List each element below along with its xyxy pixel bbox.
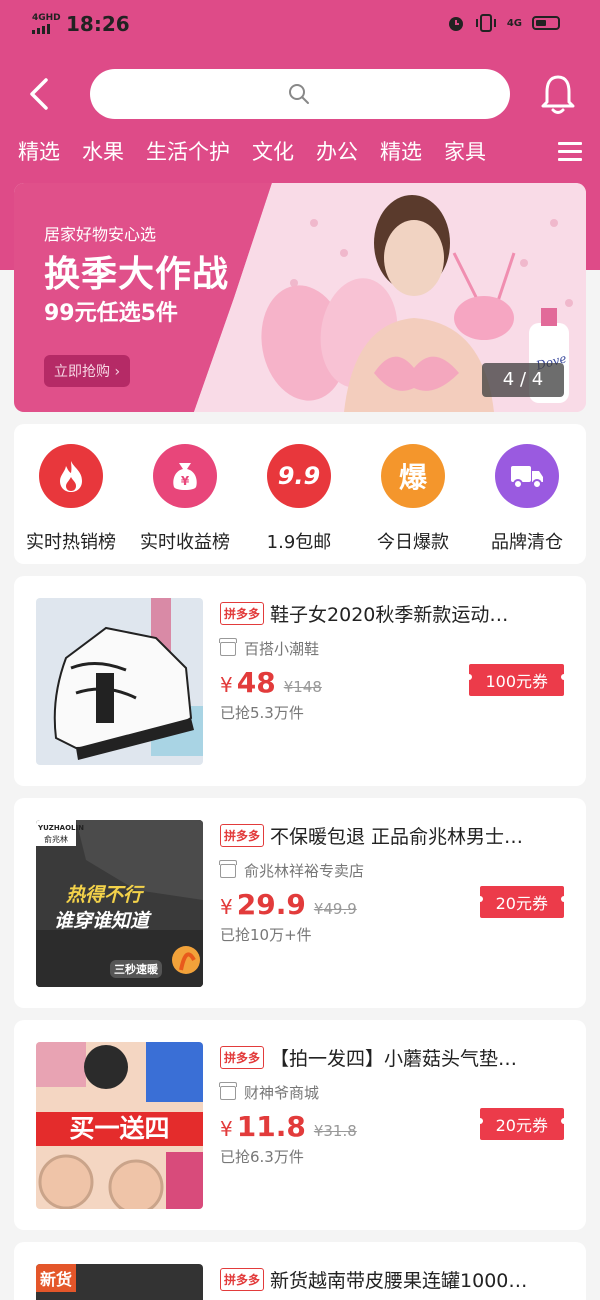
banner-title: 换季大作战: [44, 254, 230, 295]
category-today-hot[interactable]: 爆 今日爆款: [356, 444, 470, 554]
original-price: ¥31.8: [313, 1122, 357, 1140]
chevron-right-icon: ›: [114, 364, 121, 380]
signal-icon: [32, 24, 50, 34]
explode-icon: 爆: [381, 444, 445, 508]
coupon-badge[interactable]: 20元券: [476, 1108, 568, 1140]
truck-icon: [495, 444, 559, 508]
shop-icon: [219, 637, 237, 656]
nine-nine-icon: 9.9: [267, 444, 331, 508]
product-image: YUZHAOLIN 俞兆林 热得不行 谁穿谁知道 三秒速暖: [36, 820, 203, 987]
bell-icon[interactable]: [538, 72, 578, 116]
pinduoduo-badge: 拼多多: [220, 1268, 265, 1291]
alarm-icon: [448, 17, 463, 31]
menu-icon[interactable]: [558, 142, 582, 162]
search-input[interactable]: [90, 69, 510, 119]
category-earnings[interactable]: ¥ 实时收益榜: [128, 444, 242, 554]
fire-icon: [39, 444, 103, 508]
sold-count: 已抢10万+件: [220, 926, 312, 944]
status-bar: 4GHD 18:26 4G: [0, 0, 600, 48]
back-arrow-icon[interactable]: [24, 74, 60, 114]
product-price: 11.8: [236, 1110, 306, 1143]
product-image-text: 买一送四: [36, 1112, 203, 1146]
vibrate-icon: [475, 14, 496, 32]
category-label: 1.9包邮: [266, 532, 332, 553]
product-price: 48: [236, 666, 276, 699]
tab-culture[interactable]: 文化: [252, 134, 294, 174]
coupon-badge[interactable]: 100元券: [466, 664, 567, 696]
category-hot-sales[interactable]: 实时热销榜: [14, 444, 128, 554]
product-image: 买一送四: [36, 1042, 203, 1209]
quick-categories: 实时热销榜 ¥ 实时收益榜 9.9 1.9包邮 爆 今日爆款 品牌清仓: [14, 424, 586, 564]
buy-now-button[interactable]: 立即抢购 ›: [44, 355, 131, 387]
pinduoduo-badge: 拼多多: [220, 1046, 265, 1069]
product-image-text: 谁穿谁知道: [54, 910, 150, 932]
category-label: 实时收益榜: [140, 532, 230, 553]
pinduoduo-badge: 拼多多: [220, 602, 265, 625]
banner-subtitle: 居家好物安心选: [44, 225, 157, 244]
product-title: 鞋子女2020秋季新款运动…: [270, 604, 509, 626]
sold-count: 已抢6.3万件: [220, 1148, 304, 1166]
product-image-text: 新货: [36, 1264, 77, 1292]
product-price: 29.9: [236, 888, 306, 921]
brand-logo: YUZHAOLIN: [38, 824, 84, 832]
category-label: 品牌清仓: [491, 532, 563, 553]
product-image-text: 热得不行: [66, 884, 143, 906]
product-card[interactable]: 买一送四 拼多多 【拍一发四】小蘑菇头气垫… 财神爷商城 ¥ 11.8 ¥31.…: [14, 1020, 586, 1230]
product-title: 新货越南带皮腰果连罐1000…: [270, 1270, 528, 1292]
product-title: 不保暖包退 正品俞兆林男士…: [270, 826, 524, 848]
original-price: ¥49.9: [313, 900, 357, 918]
tab-office[interactable]: 办公: [316, 134, 358, 174]
promo-banner[interactable]: 居家好物安心选 换季大作战 99元任选5件 立即抢购 › Dove 4 / 4: [14, 183, 586, 412]
category-free-shipping[interactable]: 9.9 1.9包邮: [242, 444, 356, 554]
mobile-data-label: 4G: [506, 17, 522, 29]
brand-logo: 俞兆林: [44, 835, 68, 844]
coupon-badge[interactable]: 20元券: [476, 886, 568, 918]
search-icon: [289, 84, 309, 104]
banner-promo: 99元任选5件: [44, 301, 178, 326]
product-card[interactable]: 新货 拼多多 新货越南带皮腰果连罐1000…: [14, 1242, 586, 1300]
network-type: 4GHD: [32, 13, 61, 23]
product-card[interactable]: 拼多多 鞋子女2020秋季新款运动… 百搭小潮鞋 ¥ 48 ¥148 已抢5.3…: [14, 576, 586, 786]
tab-featured-2[interactable]: 精选: [380, 134, 422, 174]
category-label: 今日爆款: [377, 532, 449, 553]
product-image: 新货: [36, 1264, 203, 1300]
currency-symbol: ¥: [220, 1117, 233, 1141]
product-image-text: 三秒速暖: [110, 960, 162, 978]
shop-icon: [219, 859, 237, 878]
tab-furniture[interactable]: 家具: [444, 134, 486, 174]
shop-name: 百搭小潮鞋: [244, 640, 320, 658]
original-price: ¥148: [283, 678, 322, 696]
currency-symbol: ¥: [220, 673, 233, 697]
status-time: 18:26: [66, 12, 130, 36]
shop-icon: [219, 1081, 237, 1100]
tab-personal-care[interactable]: 生活个护: [146, 134, 230, 174]
category-label: 实时热销榜: [26, 532, 116, 553]
pinduoduo-badge: 拼多多: [220, 824, 265, 847]
category-brand-clearance[interactable]: 品牌清仓: [470, 444, 584, 554]
svg-text:¥: ¥: [181, 474, 190, 488]
shop-name: 俞兆林祥裕专卖店: [244, 862, 365, 880]
battery-icon: [532, 16, 560, 30]
sold-count: 已抢5.3万件: [220, 704, 304, 722]
category-tabs: 精选 水果 生活个护 文化 办公 精选 家具: [18, 134, 538, 174]
product-card[interactable]: YUZHAOLIN 俞兆林 热得不行 谁穿谁知道 三秒速暖 拼多多 不保暖包退 …: [14, 798, 586, 1008]
money-bag-icon: ¥: [153, 444, 217, 508]
tab-featured[interactable]: 精选: [18, 134, 60, 174]
shop-name: 财神爷商城: [244, 1084, 320, 1102]
product-image: [36, 598, 203, 765]
banner-page-counter: 4 / 4: [482, 363, 564, 397]
tab-fruit[interactable]: 水果: [82, 134, 124, 174]
product-title: 【拍一发四】小蘑菇头气垫…: [270, 1048, 518, 1070]
currency-symbol: ¥: [220, 895, 233, 919]
